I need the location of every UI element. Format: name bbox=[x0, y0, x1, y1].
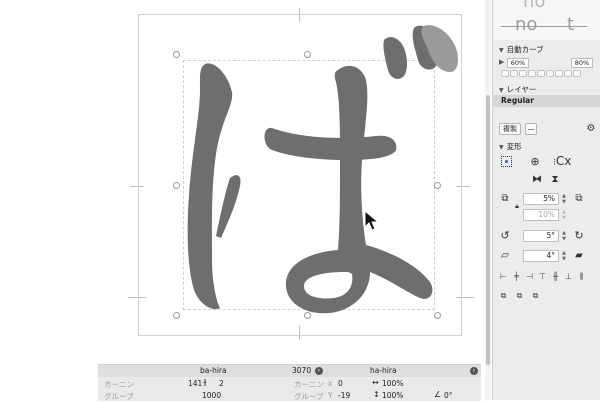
align-right-icon[interactable]: ⊣ bbox=[525, 272, 534, 281]
inspector-sidebar: no no t ▼ 自動カーブ ▶ 60% 80% ▼ レイヤー Regular 複… bbox=[492, 0, 600, 400]
slant-stepper[interactable]: ▲ ▼ bbox=[561, 250, 567, 262]
curve-toggle[interactable] bbox=[510, 70, 518, 77]
glyph-outline[interactable] bbox=[0, 0, 483, 400]
scale-secondary-stepper[interactable]: ▲ ▼ bbox=[561, 209, 567, 221]
glyph-info-header bbox=[98, 365, 481, 377]
kerning-label-right: カーニン bbox=[294, 380, 324, 389]
scale-value-field[interactable]: 5% bbox=[523, 193, 559, 205]
arrow-circle-icon[interactable]: › bbox=[470, 367, 478, 375]
rotate-left-icon[interactable]: ↺ bbox=[499, 230, 511, 242]
curve-toggle[interactable] bbox=[573, 70, 581, 77]
mouse-pointer-icon bbox=[364, 210, 380, 231]
rotate-stepper[interactable]: ▲ ▼ bbox=[561, 230, 567, 242]
flip-vertical-icon[interactable]: ⧗ bbox=[549, 174, 561, 186]
align-center-h-icon[interactable]: ╪ bbox=[512, 272, 521, 281]
curve-left-field[interactable]: 60% bbox=[507, 58, 529, 68]
subtract-icon[interactable]: ⧉ bbox=[515, 291, 524, 300]
glyph-preview-strip: no no t bbox=[493, 0, 600, 40]
glyph-dakuten-1 bbox=[383, 37, 407, 79]
left-glyph-name[interactable]: ba-hira bbox=[200, 366, 227, 375]
width-percent[interactable]: 100% bbox=[382, 379, 403, 388]
curve-toggle[interactable] bbox=[564, 70, 572, 77]
kerning-left-value[interactable]: 141 bbox=[188, 379, 202, 388]
height-arrows-icon: ↕ bbox=[373, 390, 380, 399]
preview-text-right: t bbox=[567, 14, 575, 35]
layer-item-regular[interactable]: Regular bbox=[493, 95, 600, 107]
disclosure-triangle-icon[interactable]: ▼ bbox=[499, 87, 504, 94]
align-top-icon[interactable]: ⊤ bbox=[538, 272, 547, 281]
intersect-icon[interactable]: ⧉ bbox=[531, 291, 540, 300]
cx-origin-button[interactable]: ⁝Cx bbox=[553, 155, 597, 169]
transform-label: 変形 bbox=[506, 142, 522, 151]
kerning-metrics-icon: ⫳ bbox=[203, 378, 207, 388]
curve-toggle[interactable] bbox=[519, 70, 527, 77]
curve-toggle[interactable] bbox=[528, 70, 536, 77]
y-value[interactable]: -19 bbox=[338, 391, 350, 400]
glyph-canvas[interactable] bbox=[0, 0, 483, 400]
curve-point-toggles bbox=[501, 70, 582, 79]
cx-label: Cx bbox=[555, 154, 572, 168]
x-label: x bbox=[328, 379, 333, 388]
kerning-label: カーニン bbox=[104, 380, 134, 389]
rotate-value-field[interactable]: 5° bbox=[523, 230, 559, 242]
curve-toggle[interactable] bbox=[546, 70, 554, 77]
crosshair-origin-icon[interactable]: ⊕ bbox=[529, 156, 541, 168]
glyph-info-bar: ba-hira 3070 › ha-hira › カーニン 141 ⫳ 2 カー… bbox=[98, 364, 481, 401]
unicode-value[interactable]: 3070 bbox=[292, 366, 311, 375]
bounding-box-origin-icon[interactable] bbox=[501, 156, 512, 167]
curve-toggle[interactable] bbox=[537, 70, 545, 77]
smart-curve-row: ▶ 60% 80% bbox=[499, 58, 595, 70]
preview-text-mid: no bbox=[515, 14, 538, 35]
scale-secondary-field[interactable]: 10% bbox=[523, 209, 559, 221]
glyph-left-stroke bbox=[187, 63, 233, 310]
flip-horizontal-icon[interactable]: ⧓ bbox=[531, 174, 543, 186]
disclosure-triangle-icon[interactable]: ▼ bbox=[499, 47, 504, 54]
smart-curve-label: 自動カーブ bbox=[506, 45, 544, 54]
disclosure-triangle-icon[interactable]: ▼ bbox=[499, 144, 504, 151]
slant-right-icon[interactable]: ▰ bbox=[573, 250, 585, 262]
width-arrows-icon: ↔ bbox=[372, 378, 379, 387]
duplicate-layer-button[interactable]: 複製 bbox=[499, 123, 521, 135]
play-triangle-icon[interactable]: ▶ bbox=[499, 58, 504, 66]
height-percent[interactable]: 100% bbox=[382, 391, 403, 400]
glyph-left-hook bbox=[216, 175, 241, 238]
distribute-icon[interactable]: ⫼ bbox=[577, 272, 586, 281]
preview-strike-line bbox=[501, 26, 587, 27]
glyph-crossbar bbox=[264, 127, 397, 160]
smart-curve-header[interactable]: ▼ 自動カーブ bbox=[499, 44, 544, 55]
canvas-scroll-thumb[interactable] bbox=[486, 95, 490, 365]
remove-layer-button[interactable]: — bbox=[525, 123, 537, 135]
gear-icon[interactable]: ⚙ bbox=[585, 123, 597, 135]
slant-value-field[interactable]: 4° bbox=[523, 250, 559, 262]
slant-left-icon[interactable]: ▱ bbox=[499, 250, 511, 262]
rotate-right-icon[interactable]: ↻ bbox=[573, 230, 585, 242]
y-label: Y bbox=[328, 391, 333, 400]
angle-value[interactable]: 0° bbox=[444, 391, 453, 400]
group-value[interactable]: 1000 bbox=[202, 391, 221, 400]
curve-toggle[interactable] bbox=[555, 70, 563, 77]
right-glyph-name[interactable]: ha-hira bbox=[370, 366, 397, 375]
union-icon[interactable]: ⧉ bbox=[499, 291, 508, 300]
x-value[interactable]: 0 bbox=[338, 379, 343, 388]
group-label: グループ bbox=[104, 392, 134, 401]
align-left-icon[interactable]: ⊢ bbox=[499, 272, 508, 281]
layer-header[interactable]: ▼ レイヤー bbox=[499, 84, 536, 95]
scale-stepper[interactable]: ▲ ▼ bbox=[561, 193, 567, 205]
curve-right-field[interactable]: 80% bbox=[571, 58, 593, 68]
curve-toggle[interactable] bbox=[501, 70, 509, 77]
lock-icon[interactable]: 🔒︎ bbox=[513, 200, 521, 212]
transform-header[interactable]: ▼ 変形 bbox=[499, 141, 522, 152]
align-bottom-icon[interactable]: ⊥ bbox=[564, 272, 573, 281]
align-center-v-icon[interactable]: ╫ bbox=[551, 272, 560, 281]
glyph-stem-loop bbox=[285, 65, 433, 314]
group-label-right: グループ bbox=[294, 392, 324, 401]
arrow-circle-icon[interactable]: › bbox=[315, 367, 323, 375]
scale-down-icon[interactable]: ⧉ bbox=[499, 193, 511, 205]
preview-text-top: no bbox=[523, 0, 546, 12]
angle-icon: ∠ bbox=[434, 390, 442, 399]
kerning-right-value[interactable]: 2 bbox=[219, 379, 224, 388]
scale-up-icon[interactable]: ⧉ bbox=[573, 193, 585, 205]
layer-label: レイヤー bbox=[506, 85, 537, 94]
